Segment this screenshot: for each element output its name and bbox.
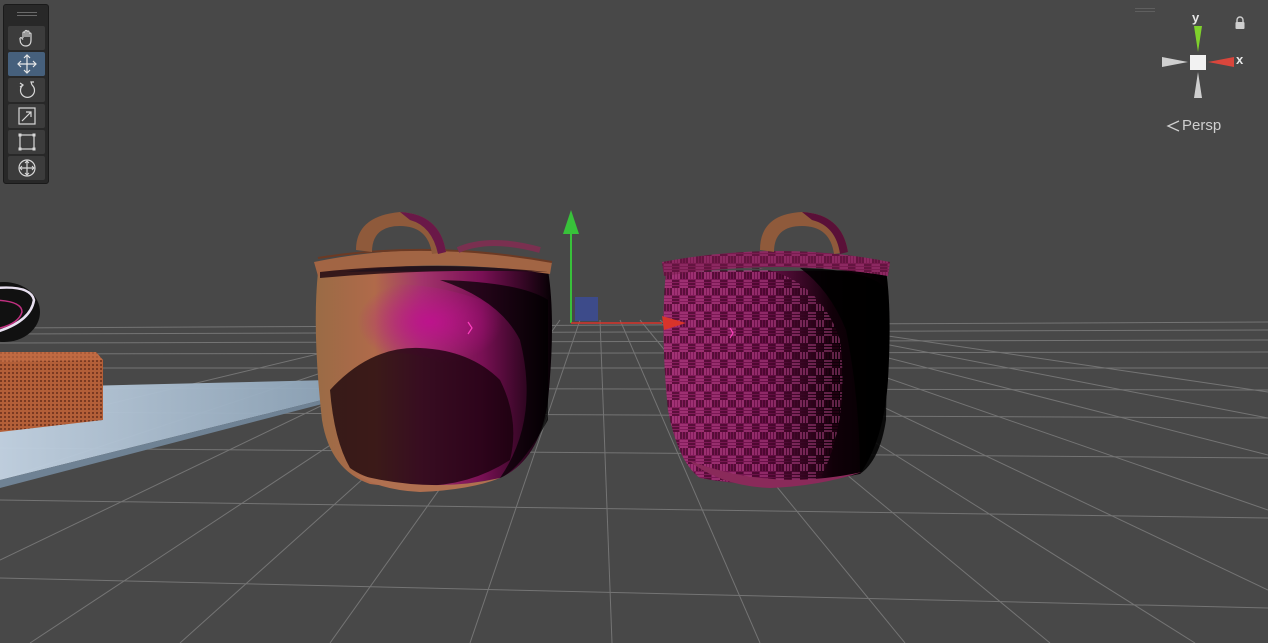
- overlay-drag-handle[interactable]: [17, 11, 37, 17]
- rotate-tool-button[interactable]: [8, 78, 45, 102]
- scale-icon: [17, 107, 36, 125]
- gizmo-y-label: y: [1192, 10, 1200, 25]
- woven-pot[interactable]: [662, 212, 890, 488]
- move-y-arrow[interactable]: [563, 210, 579, 234]
- scale-tool-button[interactable]: [8, 104, 45, 128]
- hand-tool-button[interactable]: [8, 26, 45, 50]
- rotate-icon: [19, 81, 35, 98]
- clay-pot[interactable]: [314, 212, 553, 492]
- projection-toggle[interactable]: Persp: [1166, 117, 1221, 134]
- gizmo-center-cube[interactable]: [1190, 55, 1206, 70]
- perspective-chevron-icon: [1166, 119, 1180, 132]
- gizmo-x-label: x: [1236, 52, 1244, 67]
- rect-tool-button[interactable]: [8, 130, 45, 154]
- bowl[interactable]: [0, 282, 40, 342]
- rect-transform-icon: [18, 133, 35, 151]
- ground-grid: [0, 319, 1268, 643]
- transform-all-icon: [17, 159, 36, 177]
- transform-tool-button[interactable]: [8, 156, 45, 180]
- move-tool-button[interactable]: [8, 52, 45, 76]
- gizmo-neg-x-cone[interactable]: [1162, 57, 1188, 67]
- projection-label: Persp: [1182, 117, 1222, 134]
- gizmo-x-cone[interactable]: [1208, 57, 1234, 67]
- move-arrows-icon: [16, 54, 37, 74]
- gizmo-neg-y-cone[interactable]: [1194, 72, 1202, 98]
- hand-icon: [18, 29, 32, 47]
- scene-render[interactable]: [0, 0, 1268, 643]
- lock-icon[interactable]: [1234, 16, 1246, 30]
- move-xy-plane-handle[interactable]: [575, 297, 598, 321]
- scene-viewport[interactable]: [0, 0, 1268, 643]
- scene-tools-overlay: [3, 4, 49, 184]
- wicker-box[interactable]: [0, 352, 103, 432]
- gizmo-y-cone[interactable]: [1194, 26, 1202, 52]
